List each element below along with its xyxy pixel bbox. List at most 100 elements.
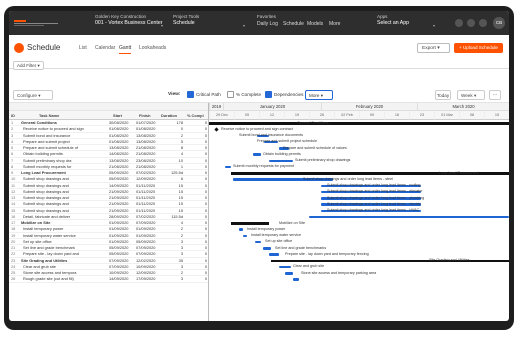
task-start: 05/09/2020 <box>109 170 129 175</box>
add-filter-button[interactable]: Add Filter ▾ <box>13 61 44 70</box>
gantt-task-bar[interactable] <box>243 234 247 237</box>
task-start: 05/09/2020 <box>109 245 129 250</box>
tab-list[interactable]: List <box>79 45 87 51</box>
task-name: Long Lead Procurement <box>21 170 66 175</box>
grid-header: ID Task Name Start Finish Duration % Com… <box>9 111 208 120</box>
fav-schedule[interactable]: Schedule <box>283 21 304 27</box>
gantt-task-bar[interactable] <box>253 153 261 156</box>
gantt-bar-label: Prepare and submit project schedule <box>257 139 318 144</box>
fav-daily-log[interactable]: Daily Log <box>257 21 278 27</box>
gantt-bar-label: Submit preliminary shop drawings <box>295 158 351 162</box>
task-start: 14/08/2020 <box>109 151 129 157</box>
gantt-task-bar[interactable] <box>285 272 293 275</box>
tab-calendar[interactable]: Calendar <box>95 45 115 51</box>
gantt-task-bar[interactable] <box>239 228 243 231</box>
task-name: Receive notice to proceed and sign <box>23 126 84 132</box>
apps-selector[interactable]: Apps Select an App <box>377 14 409 26</box>
task-start: 13/08/2020 <box>109 157 129 163</box>
gantt-bar-label: Stone site access and temporary parking … <box>301 270 377 275</box>
task-duration: 1 <box>180 163 183 169</box>
gantt-bar-label: Submit shop drawings and order long lead… <box>327 183 421 187</box>
dependencies-checkbox[interactable] <box>265 91 272 98</box>
more-options-icon[interactable]: … <box>489 90 501 100</box>
gantt-task-bar[interactable] <box>279 265 291 269</box>
gantt-task-bar[interactable] <box>255 240 261 244</box>
task-finish: 07/09/2020 <box>136 245 156 250</box>
col-percent-complete[interactable]: % Compl <box>187 113 204 118</box>
export-button[interactable]: Export ▾ <box>417 43 450 53</box>
task-duration: 178 <box>176 120 184 125</box>
task-finish: 01/11/2020 <box>136 195 156 200</box>
page-title: Schedule <box>27 43 61 52</box>
settings-icon[interactable] <box>479 19 487 27</box>
task-finish: 01/11/2020 <box>136 182 156 188</box>
task-percent: 0 <box>204 163 207 169</box>
gantt-task-bar[interactable] <box>263 247 271 250</box>
gantt-task-bar[interactable] <box>309 215 509 219</box>
task-finish: 12/09/2020 <box>136 270 156 275</box>
help-icon[interactable] <box>455 19 463 27</box>
avatar[interactable]: CB <box>493 17 505 29</box>
task-duration: 10 <box>178 157 183 163</box>
task-name: Submit shop drawings and <box>23 182 69 188</box>
col-task-name[interactable]: Task Name <box>39 113 59 118</box>
row-id: 10 <box>11 176 16 182</box>
gantt-chart: 2019 January 2020 February 2020 March 2020 … <box>209 103 509 321</box>
gantt-task-bar[interactable] <box>293 278 299 281</box>
task-finish: 05/09/2020 <box>136 238 156 244</box>
project-selector[interactable]: Golden Key Construction 001 - Vortex Busi… <box>95 14 162 26</box>
task-finish: 13/08/2020 <box>136 138 156 144</box>
chevron-down-icon: ▾ <box>37 63 40 68</box>
tab-gantt[interactable]: Gantt <box>119 45 132 54</box>
col-finish[interactable]: Finish <box>139 113 150 118</box>
fav-more[interactable]: More <box>329 21 340 27</box>
task-percent: 0 <box>204 170 207 175</box>
company-label: Golden Key Construction <box>95 14 147 19</box>
gantt-bar-label: Install temporary water service <box>251 233 302 237</box>
task-finish: 01/09/2020 <box>136 226 156 232</box>
gantt-week: 15 <box>484 111 509 120</box>
fav-models[interactable]: Models <box>307 21 323 27</box>
percent-complete-checkbox[interactable] <box>227 91 234 98</box>
critical-path-checkbox[interactable] <box>187 91 194 98</box>
task-percent: 0 <box>204 120 207 125</box>
col-id[interactable]: ID <box>11 113 15 118</box>
task-duration: 2 <box>180 226 183 232</box>
gantt-summary-bar[interactable] <box>231 222 269 225</box>
task-duration: 2 <box>180 270 183 275</box>
task-finish: 21/08/2020 <box>136 151 156 157</box>
gantt-milestone[interactable] <box>214 127 219 132</box>
gantt-task-bar[interactable] <box>225 165 231 169</box>
notifications-icon[interactable] <box>467 19 475 27</box>
gantt-summary-bar[interactable] <box>271 259 509 262</box>
col-duration[interactable]: Duration <box>161 113 177 118</box>
view-label: View: <box>168 92 181 97</box>
col-start[interactable]: Start <box>113 113 122 118</box>
more-dropdown[interactable]: More ▾ <box>305 90 333 100</box>
gantt-task-bar[interactable] <box>269 253 279 256</box>
row-id: 2 <box>11 126 14 132</box>
configure-dropdown[interactable]: Configure ▾ <box>13 90 53 100</box>
task-name: Submit shop drawings and <box>23 207 69 213</box>
task-name: Prepare site - lay down yard and <box>23 251 80 257</box>
today-button[interactable]: Today <box>435 90 451 100</box>
tab-lookaheads[interactable]: Lookaheads <box>139 45 166 51</box>
gantt-week: 12 <box>259 111 284 120</box>
row-id: 23 <box>11 257 16 263</box>
gantt-bar-label: Submit shop drawings and order long lead… <box>327 201 421 206</box>
chevron-down-icon: ▾ <box>161 23 164 28</box>
task-grid: ID Task Name Start Finish Duration % Com… <box>9 103 209 321</box>
row-id: 5 <box>11 145 14 150</box>
favorites-label: Favorites <box>257 14 276 19</box>
tools-selector[interactable]: Project Tools Schedule <box>173 14 199 26</box>
scale-select[interactable]: Week ▾ <box>457 90 485 100</box>
table-row[interactable]: 26 Rough grade site (cut and fill) 14/09/2… <box>9 276 208 283</box>
gantt-task-bar[interactable] <box>269 159 293 162</box>
upload-schedule-button[interactable]: + Upload Schedule <box>454 43 503 53</box>
gantt-summary-bar[interactable] <box>209 122 509 125</box>
task-duration: 35 <box>178 257 183 263</box>
task-percent: 0 <box>204 226 207 232</box>
gantt-toolbar: Configure ▾ View: Critical Path % Comple… <box>9 87 509 103</box>
task-percent: 0 <box>204 232 207 238</box>
task-finish: 17/09/2020 <box>136 276 156 282</box>
